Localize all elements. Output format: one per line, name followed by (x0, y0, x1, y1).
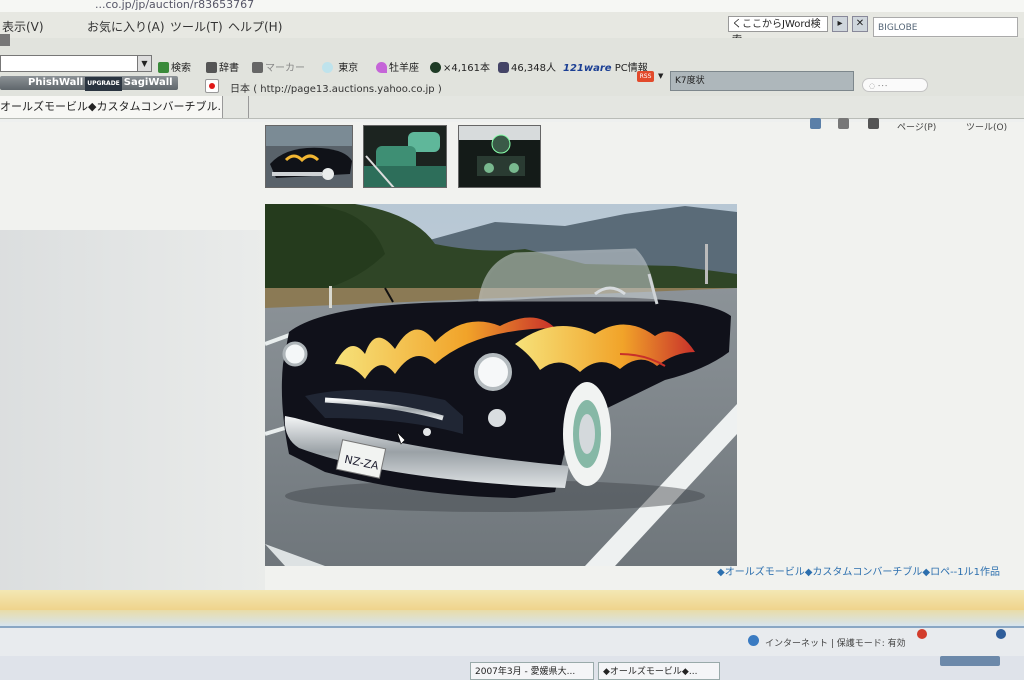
tab-strip: オールズモービル◆カスタムコンバーチブル... (0, 96, 1024, 119)
car-photo[interactable]: NZ-ZA (265, 204, 737, 566)
taskbar-item-1[interactable]: 2007年3月 - 愛媛県大... (470, 662, 594, 680)
system-tray[interactable] (940, 656, 1000, 666)
weather-icon (322, 62, 333, 73)
toolbar-weather[interactable]: 東京 (322, 59, 358, 74)
thumbnail-interior[interactable] (363, 125, 447, 188)
chevron-down-icon[interactable]: ▼ (658, 72, 663, 80)
toolbar-dropdown[interactable]: ▼ (0, 55, 152, 72)
provider-search-input[interactable]: BIGLOBE (873, 17, 1018, 37)
globe-icon (430, 62, 441, 73)
status-divider (0, 610, 1024, 626)
browser-window: ...co.jp/jp/auction/r83653767 表示(V) お気に入… (0, 0, 1024, 680)
chevron-down-icon: ▼ (137, 56, 151, 71)
rss-icon[interactable]: RSS (637, 71, 654, 82)
toolbar-dictionary[interactable]: 辞書 (206, 59, 239, 74)
address-field[interactable]: K7度状 (670, 71, 854, 91)
thumbnail-car-front[interactable] (265, 125, 353, 188)
convertible-car-image: NZ-ZA (265, 204, 737, 566)
thumbnail-engine[interactable] (458, 125, 541, 188)
heart-icon (376, 62, 387, 73)
toolbar-pcinfo[interactable]: 121ware PC情報 (563, 59, 648, 74)
people-icon (498, 62, 509, 73)
close-icon[interactable]: ✕ (852, 16, 868, 32)
jword-search-input[interactable]: くここからJWord検索 (728, 16, 828, 46)
status-highlight-band (0, 590, 1024, 610)
home-icon[interactable] (810, 118, 821, 129)
globe-icon (748, 635, 759, 646)
menu-view[interactable]: 表示(V) (2, 18, 44, 35)
tools-menu[interactable]: ツール(O) (966, 120, 1007, 133)
zone-status[interactable]: インターネット | 保護モード: 有効 (765, 636, 906, 649)
toolbar-marker[interactable]: マーカー (252, 59, 305, 74)
toolbar-count-b[interactable]: 46,348人 (498, 59, 556, 74)
menu-bar: 表示(V) お気に入り(A) ツール(T) ヘルプ(H) (0, 12, 1024, 38)
print-icon[interactable] (868, 118, 879, 129)
search-go-button[interactable]: ▸ (832, 16, 848, 32)
scroll-handle[interactable] (0, 34, 10, 46)
toolbar-count-a[interactable]: ×4,161本 (430, 59, 490, 74)
security-icon[interactable] (917, 629, 927, 639)
zoom-icon[interactable] (996, 629, 1006, 639)
breadcrumb[interactable]: ◆オールズモービル◆カスタムコンバーチブル◆ロペ--1ル1作品 (717, 563, 1000, 578)
phishwall-bar[interactable]: PhishWall UPGRADE SagiWall (0, 76, 178, 91)
url-text: ...co.jp/jp/auction/r83653767 (95, 0, 255, 11)
japan-flag-icon (205, 79, 219, 93)
interior-thumbnail-image (364, 126, 446, 187)
car-thumbnail-image (266, 126, 352, 187)
new-tab-button[interactable] (222, 96, 249, 118)
toolbar-search[interactable]: 検索 (158, 59, 191, 74)
menu-tools[interactable]: ツール(T) (170, 18, 223, 35)
marker-icon (252, 62, 263, 73)
tab-auction[interactable]: オールズモービル◆カスタムコンバーチブル... (0, 96, 223, 118)
feed-icon[interactable] (838, 118, 849, 129)
page-menu[interactable]: ページ(P) (897, 120, 936, 133)
menu-help[interactable]: ヘルプ(H) (228, 18, 282, 35)
search-icon (158, 62, 169, 73)
book-icon (206, 62, 217, 73)
engine-thumbnail-image (459, 126, 540, 187)
domain-info: 日本 ( http://page13.auctions.yahoo.co.jp … (230, 84, 442, 95)
screen-glare (0, 230, 265, 610)
taskbar-item-2[interactable]: ◆オールズモービル◆... (598, 662, 720, 680)
toolbar-horoscope[interactable]: 牡羊座 (376, 59, 419, 74)
toolbar-pill-button[interactable]: ◌ ･･･ (862, 78, 928, 92)
menu-favorites[interactable]: お気に入り(A) (87, 18, 165, 35)
